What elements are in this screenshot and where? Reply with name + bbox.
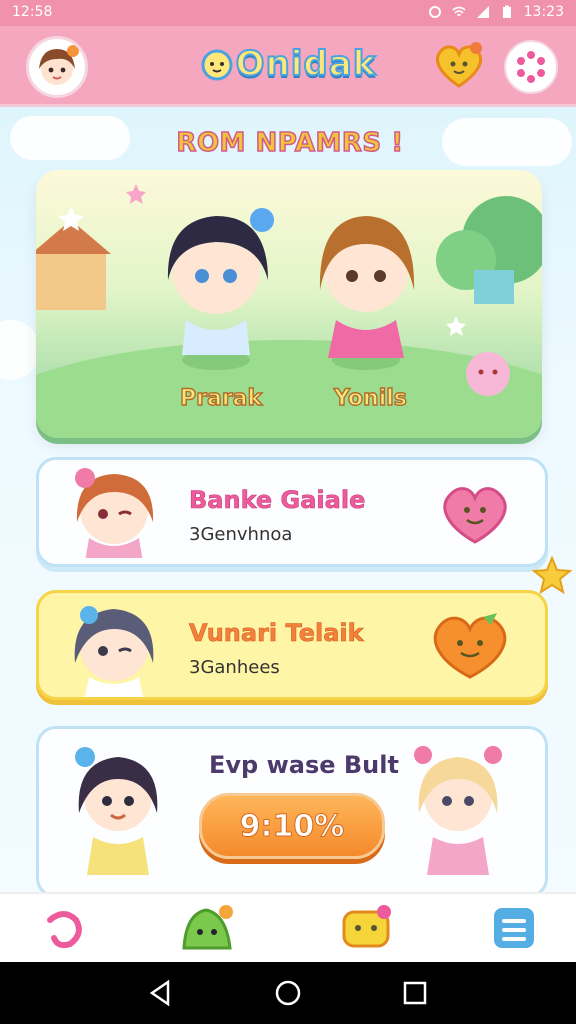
star-decoration <box>532 556 572 595</box>
back-icon[interactable] <box>146 978 176 1008</box>
cloud-decoration <box>442 118 572 166</box>
recents-icon[interactable] <box>400 978 430 1008</box>
system-nav-bar <box>0 962 576 1024</box>
menu-icon <box>494 908 534 948</box>
home-icon[interactable] <box>273 978 303 1008</box>
heart-icon <box>435 42 483 88</box>
character-yonils <box>319 216 415 370</box>
avatar-girl-icon <box>39 45 79 85</box>
green-slime-icon <box>182 905 233 950</box>
progress-button[interactable]: 9:10% <box>199 793 385 859</box>
progress-card-title: Evp wase Bult <box>209 751 399 779</box>
bottom-nav <box>0 892 576 964</box>
progress-card: Evp wase Bult 9:10% <box>36 726 548 898</box>
hero-scene <box>36 184 542 438</box>
card-title: Vunari Telaik <box>189 619 364 648</box>
nav-characters-button[interactable] <box>180 904 233 952</box>
wifi-icon <box>452 6 466 17</box>
alarm-icon <box>428 6 441 18</box>
pink-creature <box>466 352 510 396</box>
list-item[interactable]: Banke Gaiale 3Genvhnoa <box>36 457 548 567</box>
settings-button[interactable] <box>504 40 558 94</box>
yellow-chat-icon <box>342 905 391 948</box>
app-header: Onidak <box>0 26 576 107</box>
character-portrait-icon <box>75 468 154 558</box>
pink-heart-creature-icon <box>443 487 507 544</box>
list-item[interactable]: Vunari Telaik 3Ganhees <box>36 590 548 700</box>
character-name-right: Yonils <box>333 385 407 411</box>
gear-icon <box>517 51 545 83</box>
nav-home-button[interactable] <box>40 904 88 952</box>
battery-icon <box>502 5 511 18</box>
logo-mascot-icon <box>201 49 233 81</box>
nav-menu-button[interactable] <box>490 904 538 952</box>
cloud-decoration <box>0 320 40 380</box>
cloud-decoration <box>10 116 130 160</box>
banner-title: ROM NPAMRS ! <box>176 127 404 159</box>
status-bar: 12:58 13:23 <box>0 0 576 26</box>
swirl-icon <box>47 911 82 949</box>
card-subtitle: 3Genvhnoa <box>189 524 293 545</box>
logo-text: Onidak <box>235 43 377 85</box>
app-logo: Onidak <box>188 34 388 94</box>
card-title: Banke Gaiale <box>189 486 366 515</box>
orange-heart-creature-icon <box>433 613 507 679</box>
nav-chat-button[interactable] <box>340 904 391 952</box>
character-portrait-icon <box>74 606 154 697</box>
character-name-left: Prarak <box>179 385 263 411</box>
signal-icon <box>476 6 489 18</box>
character-portrait-icon <box>414 746 502 875</box>
character-portrait-icon <box>75 747 158 875</box>
card-subtitle: 3Ganhees <box>189 657 280 678</box>
progress-value: 9:10% <box>239 808 345 844</box>
profile-avatar-button[interactable] <box>26 36 88 98</box>
status-time: 13:23 <box>523 4 564 20</box>
favorites-button[interactable] <box>432 40 486 90</box>
hero-banner[interactable]: Prarak Yonils <box>36 170 542 438</box>
status-left-text: 12:58 <box>12 4 53 20</box>
